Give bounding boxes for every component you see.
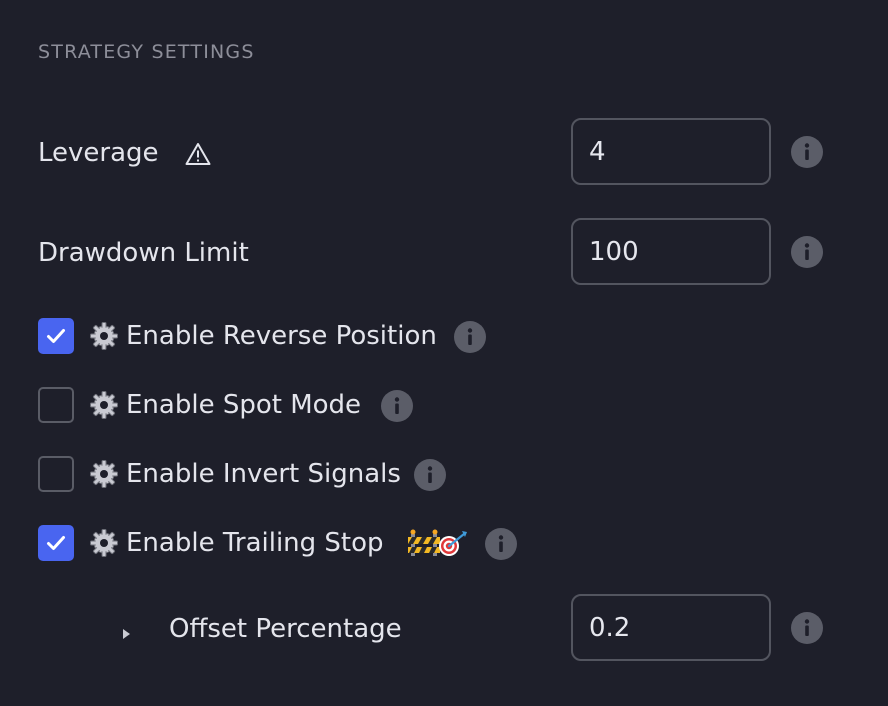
drawdown-limit-info-icon[interactable] bbox=[791, 236, 823, 268]
invert-signals-info-icon[interactable] bbox=[414, 459, 446, 491]
gear-icon bbox=[89, 321, 119, 351]
leverage-input[interactable] bbox=[571, 118, 771, 185]
gear-icon bbox=[89, 528, 119, 558]
warning-icon bbox=[185, 142, 211, 166]
check-icon bbox=[47, 329, 65, 343]
construction-icon bbox=[408, 529, 440, 556]
leverage-label: Leverage bbox=[38, 138, 159, 168]
trailing-stop-checkbox[interactable] bbox=[38, 525, 74, 561]
offset-percentage-info-icon[interactable] bbox=[791, 612, 823, 644]
reverse-position-label: Enable Reverse Position bbox=[126, 321, 437, 351]
caret-right-icon bbox=[122, 625, 132, 639]
section-title: STRATEGY SETTINGS bbox=[38, 41, 255, 63]
trailing-stop-info-icon[interactable] bbox=[485, 528, 517, 560]
reverse-position-checkbox[interactable] bbox=[38, 318, 74, 354]
leverage-info-icon[interactable] bbox=[791, 136, 823, 168]
invert-signals-label: Enable Invert Signals bbox=[126, 459, 401, 489]
spot-mode-checkbox[interactable] bbox=[38, 387, 74, 423]
invert-signals-checkbox[interactable] bbox=[38, 456, 74, 492]
offset-percentage-label: Offset Percentage bbox=[169, 614, 402, 644]
trailing-stop-label: Enable Trailing Stop bbox=[126, 528, 384, 558]
check-icon bbox=[47, 536, 65, 550]
gear-icon bbox=[89, 390, 119, 420]
gear-icon bbox=[89, 459, 119, 489]
drawdown-limit-label: Drawdown Limit bbox=[38, 238, 249, 268]
drawdown-limit-input[interactable] bbox=[571, 218, 771, 285]
spot-mode-info-icon[interactable] bbox=[381, 390, 413, 422]
reverse-position-info-icon[interactable] bbox=[454, 321, 486, 353]
target-icon bbox=[439, 531, 467, 556]
construction-target-icon bbox=[407, 528, 469, 558]
spot-mode-label: Enable Spot Mode bbox=[126, 390, 362, 420]
offset-percentage-input[interactable] bbox=[571, 594, 771, 661]
